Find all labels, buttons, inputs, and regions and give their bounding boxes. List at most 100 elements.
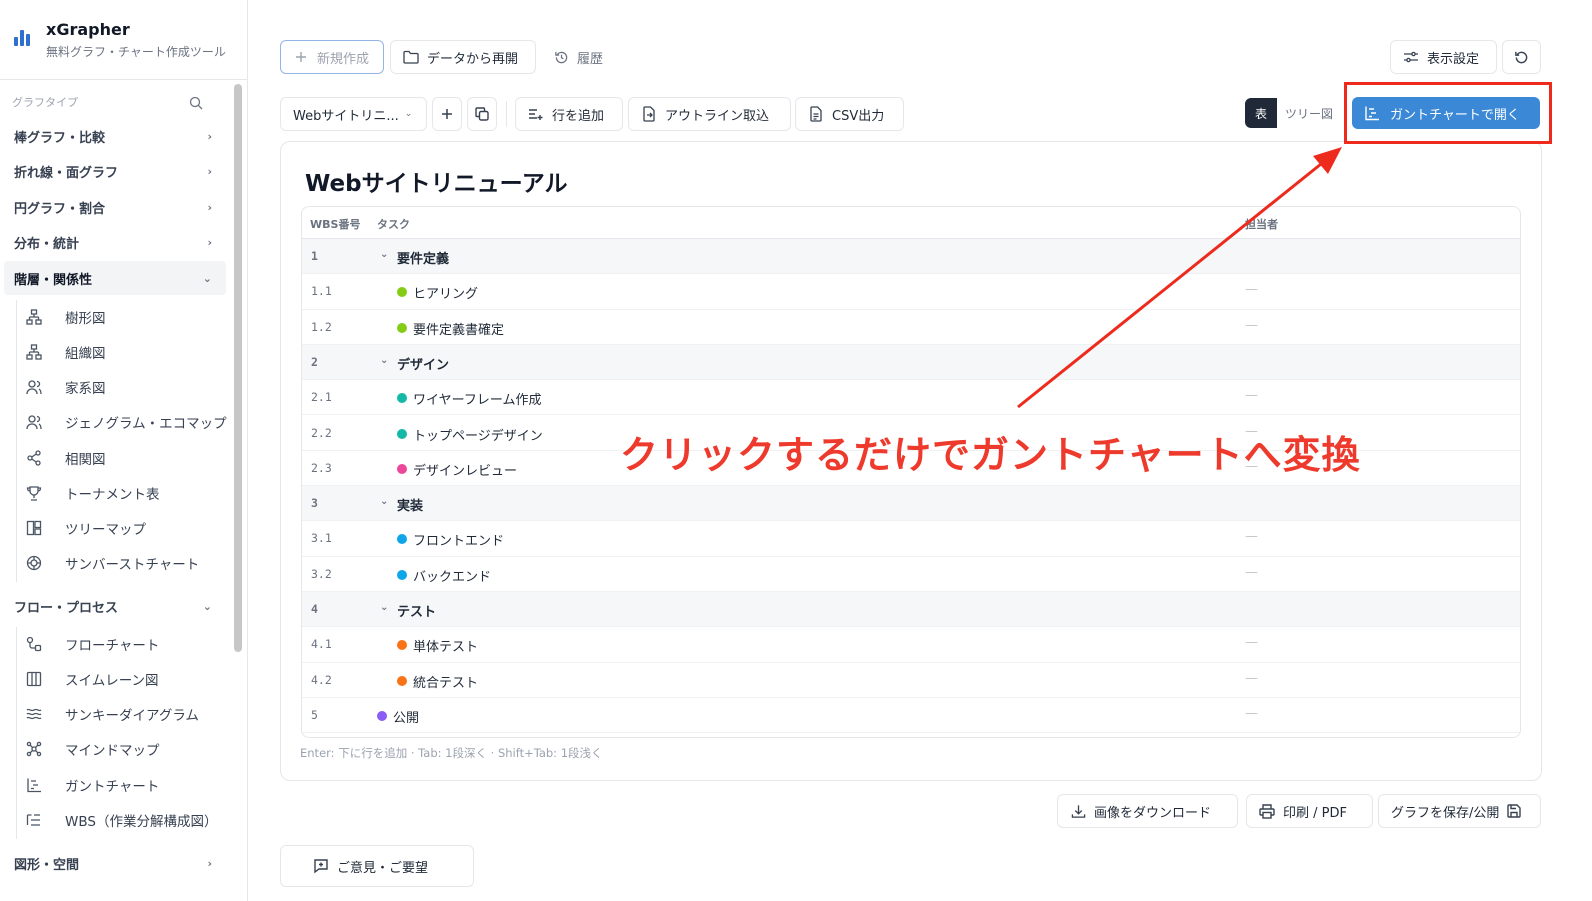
sidebar-item-mindmap[interactable]: マインドマップ bbox=[25, 732, 160, 766]
collapse-chevron-icon[interactable]: ⌄ bbox=[380, 602, 388, 613]
sidebar-item-wbs[interactable]: WBS（作業分解構成図） bbox=[25, 803, 217, 837]
task-name[interactable]: テスト bbox=[397, 601, 436, 620]
task-name[interactable]: ヒアリング bbox=[413, 283, 478, 302]
owner-cell[interactable]: — bbox=[1245, 706, 1258, 721]
table-row[interactable]: 4.2 統合テスト — bbox=[302, 663, 1520, 698]
duplicate-button[interactable] bbox=[467, 97, 497, 131]
import-outline-button[interactable]: アウトライン取込 bbox=[628, 97, 791, 131]
org-icon bbox=[25, 343, 43, 361]
resume-button[interactable]: データから再開 bbox=[390, 40, 536, 74]
table-group-row[interactable]: 4 ⌄ テスト bbox=[302, 592, 1520, 628]
owner-cell[interactable]: — bbox=[1245, 282, 1258, 297]
table-row[interactable]: 4.1 単体テスト — bbox=[302, 627, 1520, 663]
category-label: 棒グラフ・比較 bbox=[14, 130, 106, 146]
wbs-number: 1.2 bbox=[311, 319, 332, 334]
sidebar-item-genogram[interactable]: ジェノグラム・エコマップ bbox=[25, 405, 227, 439]
sidebar-item-family[interactable]: 家系図 bbox=[25, 370, 106, 404]
search-icon[interactable] bbox=[189, 96, 203, 110]
task-name[interactable]: バックエンド bbox=[413, 566, 491, 585]
project-select[interactable]: Webサイトリニ... ⌄ bbox=[280, 97, 427, 131]
table-group-row[interactable]: 3 ⌄ 実装 bbox=[302, 486, 1520, 522]
category-distribution[interactable]: 分布・統計 › bbox=[4, 225, 226, 259]
table-group-row[interactable]: 2 ⌄ デザイン bbox=[302, 344, 1520, 381]
table-row[interactable]: 1.1 ヒアリング — bbox=[302, 274, 1520, 310]
owner-cell[interactable]: — bbox=[1245, 635, 1258, 650]
owner-cell[interactable]: — bbox=[1245, 565, 1258, 580]
owner-cell[interactable]: — bbox=[1245, 671, 1258, 686]
add-row-button[interactable]: 行を追加 bbox=[515, 97, 623, 131]
view-tree-tab[interactable]: ツリー図 bbox=[1277, 98, 1341, 128]
task-name[interactable]: 実装 bbox=[397, 495, 423, 514]
table-row[interactable]: 2.1 ワイヤーフレーム作成 — bbox=[302, 380, 1520, 416]
task-name[interactable]: フロントエンド bbox=[413, 530, 504, 549]
task-name[interactable]: 要件定義 bbox=[397, 248, 449, 267]
collapse-chevron-icon[interactable]: ⌄ bbox=[380, 355, 388, 366]
category-label: 折れ線・面グラフ bbox=[14, 165, 119, 181]
sidebar-item-label: 組織図 bbox=[65, 346, 106, 362]
table-group-row[interactable]: 1 ⌄ 要件定義 bbox=[302, 239, 1520, 275]
task-name[interactable]: デザインレビュー bbox=[413, 460, 517, 479]
wbs-number: 4.2 bbox=[311, 672, 332, 687]
save-publish-button[interactable]: グラフを保存/公開 bbox=[1378, 794, 1541, 828]
save-icon bbox=[1507, 804, 1522, 818]
task-name[interactable]: 公開 bbox=[393, 707, 419, 726]
collapse-chevron-icon[interactable]: ⌄ bbox=[380, 249, 388, 260]
owner-cell[interactable]: — bbox=[1245, 529, 1258, 544]
wbs-title[interactable]: Webサイトリニューアル bbox=[305, 164, 567, 198]
feedback-button[interactable]: ご意見・ご要望 bbox=[280, 845, 474, 887]
annotation-text: クリックするだけでガントチャートへ変換 bbox=[620, 433, 1361, 477]
sidebar-item-sunburst[interactable]: サンバーストチャート bbox=[25, 546, 199, 580]
tree-icon bbox=[25, 308, 43, 326]
owner-cell[interactable]: — bbox=[1245, 318, 1258, 333]
download-image-button[interactable]: 画像をダウンロード bbox=[1057, 794, 1238, 828]
table-row[interactable]: 5 公開 — bbox=[302, 698, 1520, 734]
sidebar-item-swimlane[interactable]: スイムレーン図 bbox=[25, 662, 159, 696]
sidebar-item-treemap[interactable]: ツリーマップ bbox=[25, 511, 146, 545]
sidebar-item-tournament[interactable]: トーナメント表 bbox=[25, 476, 160, 510]
category-line[interactable]: 折れ線・面グラフ › bbox=[4, 154, 226, 188]
new-button[interactable]: 新規作成 bbox=[280, 40, 384, 74]
table-row[interactable]: 3.2 バックエンド — bbox=[302, 557, 1520, 592]
sidebar-item-org[interactable]: 組織図 bbox=[25, 335, 106, 369]
collapse-chevron-icon[interactable]: ⌄ bbox=[380, 496, 388, 507]
category-hierarchy[interactable]: 階層・関係性 ⌄ bbox=[4, 261, 226, 295]
csv-export-button[interactable]: CSV出力 bbox=[795, 97, 904, 131]
table-row[interactable]: 1.2 要件定義書確定 — bbox=[302, 310, 1520, 345]
category-flow[interactable]: フロー・プロセス ⌄ bbox=[4, 589, 226, 623]
chevron-right-icon: › bbox=[207, 165, 212, 178]
message-plus-icon bbox=[313, 858, 329, 874]
task-name[interactable]: 統合テスト bbox=[413, 672, 478, 691]
sidebar-item-sankey[interactable]: サンキーダイアグラム bbox=[25, 697, 199, 731]
refresh-icon bbox=[1514, 50, 1529, 65]
table-row[interactable]: 3.1 フロントエンド — bbox=[302, 521, 1520, 557]
task-name[interactable]: 単体テスト bbox=[413, 636, 478, 655]
sidebar-item-correlation[interactable]: 相関図 bbox=[25, 441, 106, 475]
reset-button[interactable] bbox=[1502, 40, 1541, 74]
column-no-header: WBS番号 bbox=[310, 218, 361, 231]
task-name[interactable]: デザイン bbox=[397, 354, 449, 373]
wbs-number: 2.3 bbox=[311, 460, 332, 475]
category-shape[interactable]: 図形・空間 › bbox=[4, 846, 226, 880]
brand: xGrapher 無料グラフ・チャート作成ツール bbox=[0, 0, 247, 80]
add-project-button[interactable] bbox=[432, 97, 462, 131]
owner-cell[interactable]: — bbox=[1245, 388, 1258, 403]
display-settings-button[interactable]: 表示設定 bbox=[1390, 40, 1497, 74]
category-bar[interactable]: 棒グラフ・比較 › bbox=[4, 119, 226, 153]
wbs-number: 3.1 bbox=[311, 531, 332, 546]
sidebar-item-label: 相関図 bbox=[65, 452, 106, 468]
view-table-tab[interactable]: 表 bbox=[1245, 98, 1277, 128]
sidebar-scrollbar[interactable] bbox=[234, 84, 242, 652]
sidebar-item-flowchart[interactable]: フローチャート bbox=[25, 627, 159, 661]
category-pie[interactable]: 円グラフ・割合 › bbox=[4, 190, 226, 224]
history-button[interactable]: 履歴 bbox=[540, 40, 618, 74]
sidebar-item-tree[interactable]: 樹形図 bbox=[25, 300, 106, 334]
sidebar: xGrapher 無料グラフ・チャート作成ツール グラフタイプ 棒グラフ・比較 ›… bbox=[0, 0, 248, 901]
task-name[interactable]: 要件定義書確定 bbox=[413, 319, 504, 338]
task-name[interactable]: ワイヤーフレーム作成 bbox=[413, 389, 541, 408]
sidebar-item-label: フローチャート bbox=[65, 638, 160, 654]
print-pdf-button[interactable]: 印刷 / PDF bbox=[1246, 794, 1373, 828]
hierarchy-submenu: 樹形図 組織図 家系図 ジェノグラム・エコマップ 相関図 トーナメント表 ツリー… bbox=[16, 300, 227, 582]
people-icon bbox=[25, 378, 43, 396]
task-name[interactable]: トップページデザイン bbox=[413, 425, 543, 444]
sidebar-item-gantt[interactable]: ガントチャート bbox=[25, 768, 159, 802]
